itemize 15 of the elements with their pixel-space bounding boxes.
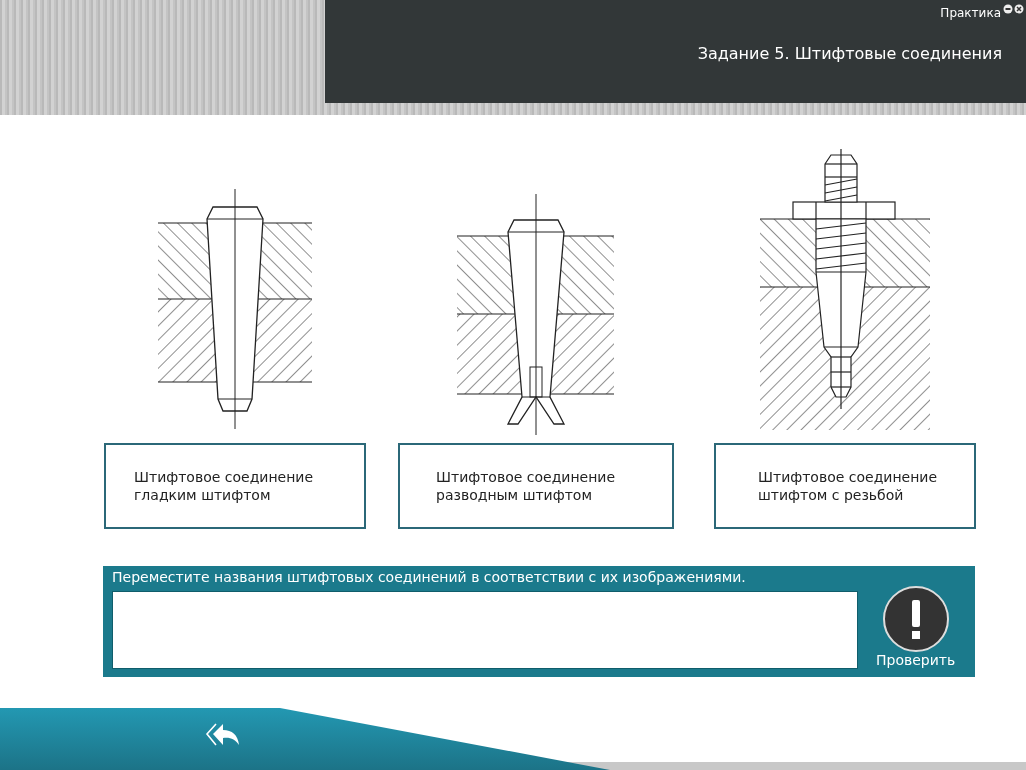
section-label: Практика bbox=[940, 6, 1001, 20]
check-button[interactable]: Проверить bbox=[876, 586, 956, 669]
input-field[interactable] bbox=[112, 591, 858, 669]
joint-name-label: Штифтовое соединение гладким штифтом bbox=[134, 468, 315, 504]
joint-name-label: Штифтовое соединение штифтом с резьбой bbox=[758, 468, 939, 504]
joint-name-card[interactable]: Штифтовое соединение гладким штифтом bbox=[104, 443, 366, 529]
exclamation-icon bbox=[882, 586, 949, 652]
back-icon[interactable] bbox=[205, 722, 241, 748]
joint-name-card[interactable]: Штифтовое соединение разводным штифтом bbox=[398, 443, 674, 529]
joint-name-label: Штифтовое соединение разводным штифтом bbox=[436, 468, 617, 504]
window-title: Задание 5. Штифтовые соединения bbox=[697, 44, 1002, 63]
close-icon[interactable] bbox=[1014, 4, 1024, 14]
instruction-text: Переместите названия штифтовых соединений в соответствии с их изображениями. bbox=[112, 569, 747, 585]
joint-name-card[interactable]: Штифтовое соединение штифтом с резьбой bbox=[714, 443, 976, 529]
minimize-icon[interactable] bbox=[1003, 4, 1013, 14]
